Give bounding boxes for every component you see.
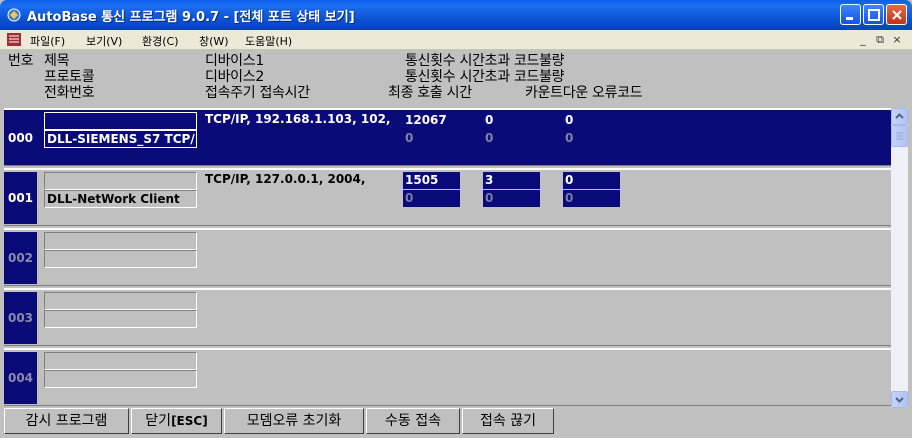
mdi-close-button[interactable]: × bbox=[890, 33, 904, 46]
row-number: 002 bbox=[4, 232, 37, 284]
row-title-field bbox=[44, 292, 197, 310]
close-esc-button[interactable]: 닫기[ESC] bbox=[131, 408, 222, 434]
scroll-up-button[interactable] bbox=[891, 108, 908, 125]
row-count-2: 0 bbox=[405, 131, 414, 145]
header-number: 번호 bbox=[8, 53, 34, 69]
header-device2: 디바이스2 bbox=[205, 69, 264, 85]
bottom-toolbar: 감시 프로그램 닫기[ESC] 모뎀오류 초기화 수동 접속 접속 끊기 bbox=[0, 408, 912, 438]
close-esc-label: 닫기 bbox=[145, 413, 172, 429]
row-timeout-2: 0 bbox=[485, 131, 494, 145]
vertical-scrollbar[interactable] bbox=[891, 108, 908, 408]
scroll-thumb[interactable] bbox=[891, 125, 908, 147]
row-title-field bbox=[44, 172, 197, 190]
row-code-error: 0 bbox=[563, 172, 620, 189]
row-title-field bbox=[44, 232, 197, 250]
header-stats1: 통신횟수 시간초과 코드불량 bbox=[405, 53, 565, 69]
app-icon[interactable] bbox=[6, 7, 22, 23]
header-phone: 전화번호 bbox=[44, 85, 95, 101]
mdi-restore-button[interactable]: ⧉ bbox=[873, 33, 887, 46]
close-icon bbox=[892, 10, 902, 20]
row-device: TCP/IP, 192.168.1.103, 102, bbox=[205, 112, 391, 126]
row-count: 12067 bbox=[405, 113, 447, 127]
window-title: AutoBase 통신 프로그램 9.0.7 - [전체 포트 상태 보기] bbox=[27, 10, 355, 25]
menu-window[interactable]: 창(W) bbox=[199, 33, 229, 49]
minimize-button[interactable] bbox=[840, 4, 861, 25]
row-code-error-2: 0 bbox=[563, 190, 620, 207]
row-protocol-field bbox=[44, 310, 197, 328]
disconnect-button[interactable]: 접속 끊기 bbox=[462, 408, 554, 434]
menu-file[interactable]: 파일(F) bbox=[30, 33, 65, 49]
row-timeout-2: 0 bbox=[483, 190, 540, 207]
grip-icon bbox=[896, 132, 903, 140]
port-row-004[interactable]: 004 bbox=[4, 348, 891, 406]
modem-reset-button[interactable]: 모뎀오류 초기화 bbox=[224, 408, 364, 434]
esc-key-label: [ESC] bbox=[171, 414, 208, 428]
header-title: 제목 bbox=[44, 53, 70, 69]
header-last-call: 최종 호출 시간 bbox=[388, 85, 472, 101]
maximize-button[interactable] bbox=[863, 4, 884, 25]
port-row-000[interactable]: 000 DLL-SIEMENS_S7 TCP/ TCP/IP, 192.168.… bbox=[4, 108, 891, 166]
row-count-2: 0 bbox=[403, 190, 460, 207]
menu-view[interactable]: 보기(V) bbox=[86, 33, 122, 49]
port-row-002[interactable]: 002 bbox=[4, 228, 891, 286]
row-code-error-2: 0 bbox=[565, 131, 574, 145]
row-count: 1505 bbox=[403, 172, 460, 189]
mdi-minimize-button[interactable]: _ bbox=[856, 33, 870, 46]
row-title-field bbox=[44, 352, 197, 370]
scroll-down-button[interactable] bbox=[891, 391, 908, 408]
port-list: 000 DLL-SIEMENS_S7 TCP/ TCP/IP, 192.168.… bbox=[4, 108, 891, 408]
menu-bar: 파일(F) 보기(V) 환경(C) 창(W) 도움말(H) _ ⧉ × bbox=[0, 30, 912, 50]
header-stats2: 통신횟수 시간초과 코드불량 bbox=[405, 69, 565, 85]
close-button[interactable] bbox=[886, 4, 907, 25]
monitor-program-button[interactable]: 감시 프로그램 bbox=[4, 408, 129, 434]
row-device: TCP/IP, 127.0.0.1, 2004, bbox=[205, 172, 366, 186]
row-protocol-field bbox=[44, 250, 197, 268]
chevron-up-icon bbox=[895, 113, 904, 119]
header-interval: 접속주기 접속시간 bbox=[205, 85, 310, 101]
row-protocol-field bbox=[44, 370, 197, 388]
menu-help[interactable]: 도움말(H) bbox=[245, 33, 292, 49]
port-row-003[interactable]: 003 bbox=[4, 288, 891, 346]
row-number: 003 bbox=[4, 292, 37, 344]
menu-settings[interactable]: 환경(C) bbox=[142, 33, 179, 49]
row-title-field bbox=[44, 112, 197, 130]
maximize-icon bbox=[868, 9, 880, 21]
row-protocol-field: DLL-NetWork Client bbox=[44, 190, 197, 208]
minimize-icon bbox=[846, 17, 853, 20]
port-row-001[interactable]: 001 DLL-NetWork Client TCP/IP, 127.0.0.1… bbox=[4, 168, 891, 226]
row-number: 001 bbox=[4, 172, 37, 224]
header-protocol: 프로토콜 bbox=[44, 69, 95, 85]
title-bar: AutoBase 통신 프로그램 9.0.7 - [전체 포트 상태 보기] bbox=[0, 0, 912, 30]
row-code-error: 0 bbox=[565, 113, 574, 127]
header-countdown: 카운트다운 오류코드 bbox=[525, 85, 643, 101]
header-device1: 디바이스1 bbox=[205, 53, 264, 69]
document-icon[interactable] bbox=[6, 32, 22, 47]
row-protocol-field: DLL-SIEMENS_S7 TCP/ bbox=[44, 130, 197, 148]
manual-connect-button[interactable]: 수동 접속 bbox=[366, 408, 460, 434]
row-number: 004 bbox=[4, 352, 37, 404]
chevron-down-icon bbox=[895, 397, 904, 403]
row-number: 000 bbox=[4, 112, 37, 164]
column-header: 번호 제목 프로토콜 전화번호 디바이스1 디바이스2 접속주기 접속시간 통신… bbox=[0, 50, 912, 108]
row-timeout: 0 bbox=[485, 113, 494, 127]
row-timeout: 3 bbox=[483, 172, 540, 189]
